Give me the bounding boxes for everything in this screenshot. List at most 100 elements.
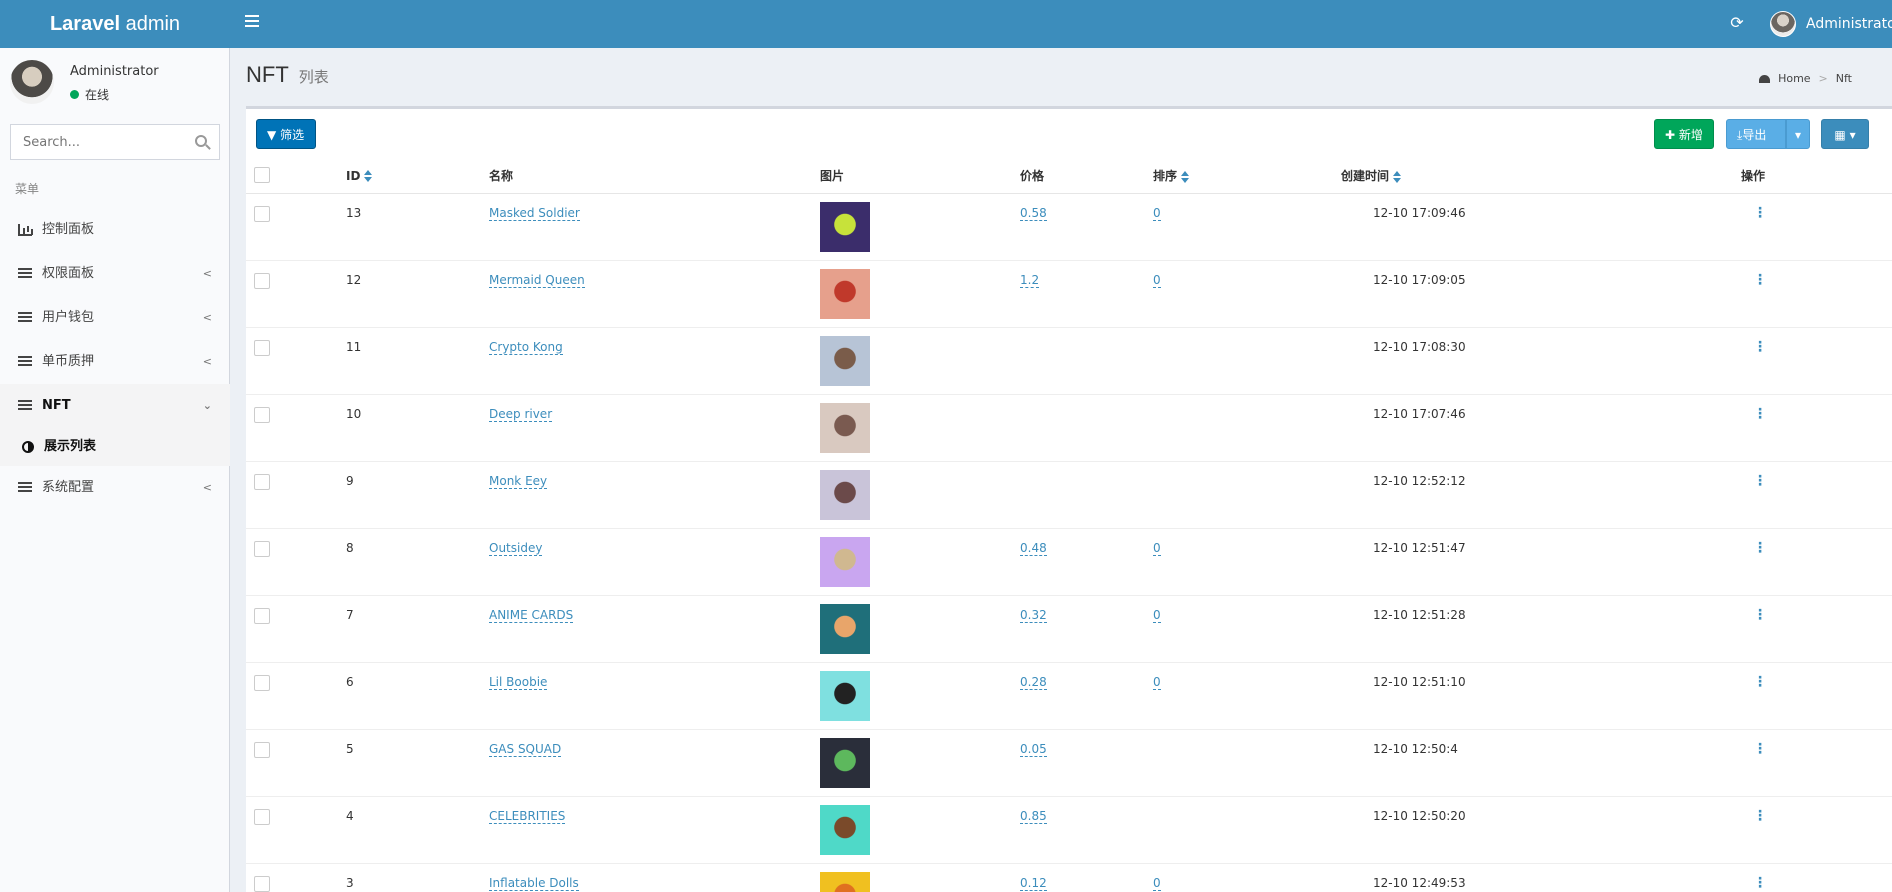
row-price[interactable]: 0.32 [1020,607,1047,623]
row-checkbox[interactable] [254,272,270,289]
export-button[interactable]: ⤓导出 [1726,119,1786,149]
row-checkbox[interactable] [254,339,270,356]
row-price[interactable]: 0.12 [1020,875,1047,891]
row-actions-cell: ⋮ [1741,728,1892,796]
sort-icon[interactable] [364,170,373,183]
row-name[interactable]: Masked Soldier [489,205,580,221]
row-price[interactable]: 0.85 [1020,808,1047,824]
search-input[interactable] [11,125,181,159]
row-price-cell: 0.48 [1020,527,1153,595]
row-name[interactable]: Monk Eey [489,473,548,489]
nft-thumbnail[interactable] [820,201,870,252]
search-icon[interactable] [195,135,207,147]
row-image-cell [820,527,1020,595]
user-menu[interactable]: Administrator [1770,10,1892,38]
breadcrumb: Home > Nft [1759,72,1852,85]
row-checkbox[interactable] [254,607,270,624]
row-sort[interactable]: 0 [1153,272,1161,288]
refresh-icon[interactable]: ⟳ [1726,12,1748,34]
more-actions-icon[interactable]: ⋮ [1753,206,1767,220]
row-name[interactable]: Deep river [489,406,553,422]
sidebar-item-permissions[interactable]: 权限面板 < [0,252,230,296]
row-price[interactable]: 0.58 [1020,205,1047,221]
more-actions-icon[interactable]: ⋮ [1753,541,1767,555]
row-name[interactable]: Lil Boobie [489,674,548,690]
more-actions-icon[interactable]: ⋮ [1753,407,1767,421]
nft-thumbnail[interactable] [820,804,870,855]
row-sort[interactable]: 0 [1153,875,1161,891]
sidebar-item-dashboard[interactable]: 控制面板 [0,208,230,252]
sidebar-item-staking[interactable]: 单币质押 < [0,340,230,384]
row-image-cell [820,594,1020,662]
row-select-cell [246,594,346,662]
sort-icon[interactable] [1181,170,1190,183]
row-sort[interactable]: 0 [1153,674,1161,690]
row-created: 12-10 17:09:05 [1341,259,1741,327]
new-button[interactable]: ✚ 新增 [1654,119,1714,149]
row-price-cell: 1.2 [1020,259,1153,327]
breadcrumb-home[interactable]: Home [1778,72,1810,85]
nft-thumbnail[interactable] [820,335,870,386]
nft-thumbnail[interactable] [820,737,870,788]
row-price[interactable]: 0.05 [1020,741,1047,757]
row-name-cell: GAS SQUAD [489,728,820,796]
table-row: 4 CELEBRITIES 0.85 12-10 12:50:20 ⋮ [246,795,1892,863]
col-created[interactable]: 创建时间 [1341,159,1741,194]
row-checkbox[interactable] [254,473,270,490]
nft-thumbnail[interactable] [820,402,870,453]
sidebar-item-config[interactable]: 系统配置 < [0,466,230,510]
col-sort[interactable]: 排序 [1153,159,1341,194]
row-name-cell: Monk Eey [489,460,820,528]
row-checkbox[interactable] [254,540,270,557]
select-all-cell [246,159,346,194]
sort-icon[interactable] [1393,170,1402,183]
row-name[interactable]: Crypto Kong [489,339,563,355]
row-checkbox[interactable] [254,875,270,892]
row-name[interactable]: Mermaid Queen [489,272,585,288]
select-all-checkbox[interactable] [254,167,270,184]
row-checkbox[interactable] [254,741,270,758]
nft-thumbnail[interactable] [820,536,870,587]
sidebar-item-wallet[interactable]: 用户钱包 < [0,296,230,340]
sidebar-item-nft[interactable]: NFT ⌄ [0,384,230,428]
row-price[interactable]: 0.48 [1020,540,1047,556]
app-logo[interactable]: Laravel admin [0,0,230,48]
dashboard-icon [1759,74,1771,83]
nft-thumbnail[interactable] [820,469,870,520]
row-name[interactable]: GAS SQUAD [489,741,562,757]
more-actions-icon[interactable]: ⋮ [1753,675,1767,689]
more-actions-icon[interactable]: ⋮ [1753,273,1767,287]
row-checkbox[interactable] [254,406,270,423]
row-name[interactable]: Inflatable Dolls [489,875,579,891]
more-actions-icon[interactable]: ⋮ [1753,474,1767,488]
columns-button[interactable]: ▦ ▾ [1821,119,1869,149]
col-id[interactable]: ID [346,159,489,194]
nft-thumbnail[interactable] [820,871,870,892]
row-checkbox[interactable] [254,205,270,222]
more-actions-icon[interactable]: ⋮ [1753,608,1767,622]
row-checkbox[interactable] [254,808,270,825]
row-price[interactable]: 1.2 [1020,272,1040,288]
more-actions-icon[interactable]: ⋮ [1753,340,1767,354]
nft-thumbnail[interactable] [820,603,870,654]
row-price[interactable]: 0.28 [1020,674,1047,690]
row-sort-cell [1153,728,1341,796]
sidebar-subitem-list[interactable]: 展示列表 [0,428,230,466]
sidebar-toggle-icon[interactable] [240,12,264,36]
row-name[interactable]: Outsidey [489,540,543,556]
row-name[interactable]: ANIME CARDS [489,607,574,623]
row-name-cell: Lil Boobie [489,661,820,729]
row-sort[interactable]: 0 [1153,607,1161,623]
row-name-cell: Masked Soldier [489,192,820,260]
row-sort[interactable]: 0 [1153,205,1161,221]
more-actions-icon[interactable]: ⋮ [1753,809,1767,823]
nft-thumbnail[interactable] [820,670,870,721]
more-actions-icon[interactable]: ⋮ [1753,742,1767,756]
nft-thumbnail[interactable] [820,268,870,319]
row-name[interactable]: CELEBRITIES [489,808,566,824]
more-actions-icon[interactable]: ⋮ [1753,876,1767,890]
export-dropdown-button[interactable]: ▾ [1786,119,1810,149]
row-sort[interactable]: 0 [1153,540,1161,556]
filter-button[interactable]: ▼ 筛选 [256,119,316,149]
row-checkbox[interactable] [254,674,270,691]
